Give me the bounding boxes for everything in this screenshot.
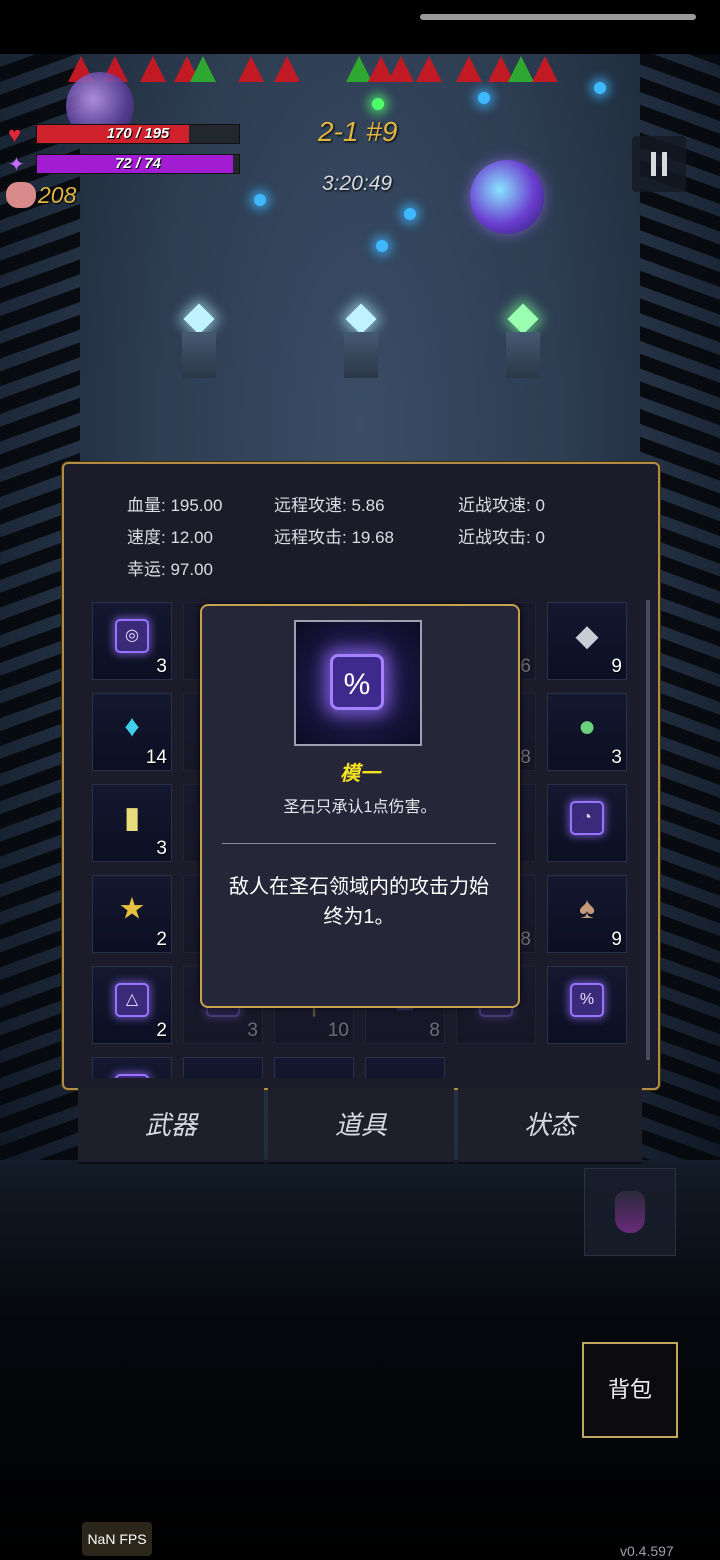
stat-melee-attack: 近战攻击: 0	[458, 528, 545, 547]
spike-trap	[190, 56, 216, 82]
spike-trap	[238, 56, 264, 82]
timer-label: 3:20:49	[322, 172, 393, 195]
holy-stone-pillar	[182, 303, 216, 378]
mana-crystal-icon: ✦	[8, 154, 25, 176]
item-name: 模一	[340, 763, 380, 785]
item-count: 8	[520, 929, 531, 950]
enemy-orb	[470, 160, 544, 234]
item-count: 9	[611, 656, 622, 677]
stat-hp: 血量: 195.00	[127, 496, 223, 515]
version-label: v0.4.597	[620, 1543, 674, 1559]
cyan-crystal-icon: ♦	[124, 710, 140, 744]
item-count: 3	[247, 1020, 258, 1041]
pause-button[interactable]	[632, 136, 686, 192]
inventory-slot[interactable]: ♠ 9	[547, 875, 627, 953]
item-count: 6	[520, 656, 531, 677]
item-count: 3	[156, 838, 167, 859]
inventory-slot[interactable]: ⚱	[183, 1057, 263, 1078]
flask-icon: ⚱	[210, 1074, 235, 1078]
projectile-orb	[376, 240, 388, 252]
spike-trap	[532, 56, 558, 82]
pouch-icon: ♠	[579, 892, 595, 926]
diamond-rune-icon: ◇	[115, 1074, 149, 1078]
inventory-slot[interactable]: ◔	[547, 784, 627, 862]
holy-stone-pillar	[506, 303, 540, 378]
spike-trap	[508, 56, 534, 82]
spike-trap	[416, 56, 442, 82]
potion-icon	[615, 1191, 645, 1233]
spike-trap	[388, 56, 414, 82]
spike-trap	[274, 56, 300, 82]
mp-text: 72 / 74	[115, 155, 161, 172]
inventory-slot[interactable]: ⟋	[365, 1057, 445, 1078]
stat-ranged-speed: 远程攻速: 5.86	[274, 496, 385, 515]
hp-text: 170 / 195	[106, 125, 170, 142]
star-trophy-icon: ★	[118, 892, 146, 926]
percent-rune-icon: %	[330, 654, 384, 710]
backpack-button[interactable]: 背包	[582, 1342, 678, 1438]
stat-speed: 速度: 12.00	[127, 528, 214, 547]
inventory-slot[interactable]: ● 3	[547, 693, 627, 771]
item-count: 3	[611, 747, 622, 768]
tooltip-divider	[222, 843, 496, 844]
item-count: 3	[156, 656, 167, 677]
blade-icon: ⟋	[395, 1074, 416, 1078]
spike-trap	[456, 56, 482, 82]
inventory-slot[interactable]: ♦ 14	[92, 693, 172, 771]
rainbow-orb-icon: ●	[577, 710, 597, 744]
percent-rune-icon: %	[570, 983, 604, 1018]
gauge-rune-icon: ◔	[570, 801, 604, 836]
item-count: 10	[327, 1020, 349, 1041]
stat-ranged-attack: 远程攻击: 19.68	[274, 528, 395, 547]
inventory-slot[interactable]: ◎ 3	[92, 602, 172, 680]
inventory-slot[interactable]: △ 2	[92, 966, 172, 1044]
projectile-orb	[254, 194, 266, 206]
spike-trap	[140, 56, 166, 82]
spiral-rune-icon: ◎	[115, 619, 149, 654]
mp-bar: 72 / 74	[36, 154, 240, 174]
projectile-orb	[404, 208, 416, 220]
red-leaf-icon: ✺	[301, 1074, 326, 1078]
projectile-orb	[372, 98, 384, 110]
status-bar	[0, 0, 720, 54]
item-count: 2	[156, 1020, 167, 1041]
inventory-slot[interactable]: ★ 2	[92, 875, 172, 953]
item-count: 8	[429, 1020, 440, 1041]
projectile-orb	[478, 92, 490, 104]
triangle-rune-icon: △	[115, 983, 149, 1018]
inventory-slot[interactable]: ◆ 9	[547, 602, 627, 680]
tab-status[interactable]: 状态	[458, 1088, 642, 1164]
talisman-icon: ▮	[123, 801, 141, 835]
tab-items[interactable]: 道具	[268, 1088, 454, 1164]
item-count: 2	[156, 929, 167, 950]
home-indicator	[420, 14, 696, 20]
stat-melee-speed: 近战攻速: 0	[458, 496, 545, 515]
stage-label: 2-1 #9	[318, 116, 398, 147]
item-subtitle: 圣石只承认1点伤害。	[283, 799, 437, 816]
piggy-bank-icon	[6, 182, 36, 208]
item-count: 9	[611, 929, 622, 950]
holy-stone-pillar	[344, 303, 378, 378]
ore-stone-icon: ◆	[575, 619, 599, 653]
inventory-slot[interactable]: ◇	[92, 1057, 172, 1078]
hp-bar: 170 / 195	[36, 124, 240, 144]
inventory-slot[interactable]: ✺	[274, 1057, 354, 1078]
tab-weapons[interactable]: 武器	[78, 1088, 264, 1164]
gold-count: 208	[38, 182, 77, 208]
inventory-slot[interactable]: %	[547, 966, 627, 1044]
item-count: 14	[145, 747, 167, 768]
projectile-orb	[594, 82, 606, 94]
fps-counter: NaN FPS	[82, 1522, 152, 1556]
stat-luck: 幸运: 97.00	[127, 560, 214, 579]
pause-icon	[651, 152, 656, 176]
inventory-slot[interactable]: ▮ 3	[92, 784, 172, 862]
scrollbar-thumb[interactable]	[646, 600, 650, 1060]
item-count: 8	[520, 747, 531, 768]
heart-icon: ♥	[8, 122, 22, 147]
item-description: 敌人在圣石领域内的攻击力始终为1。	[229, 876, 489, 928]
quick-slot-potion[interactable]	[584, 1168, 676, 1256]
